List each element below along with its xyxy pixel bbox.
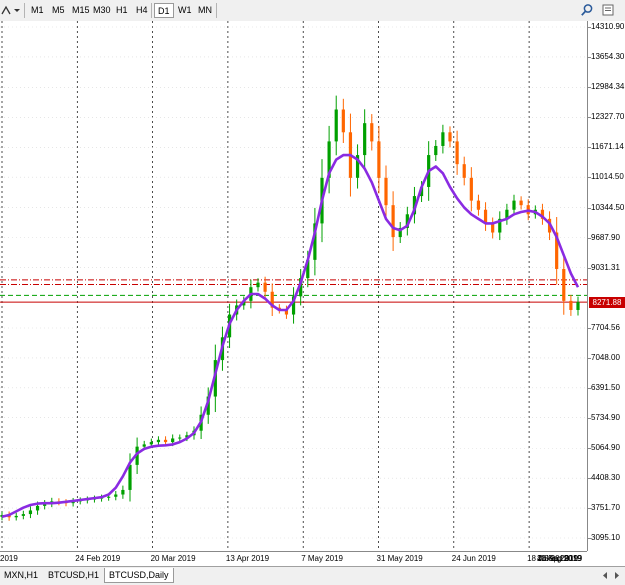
crosshair-dropdown-icon[interactable] [0, 4, 22, 17]
timeframe-w1-button[interactable]: W1 [175, 3, 195, 18]
toolbar-separator [151, 3, 152, 18]
time-axis-label: 2019 [0, 554, 18, 563]
timeframe-h1-button[interactable]: H1 [113, 3, 131, 18]
candle-body [455, 141, 459, 165]
scroll-right-icon[interactable] [612, 570, 622, 581]
price-axis-label: 7704.56 [591, 322, 620, 332]
candle-body [14, 515, 18, 518]
timeframe-m30-button[interactable]: M30 [90, 3, 114, 18]
candle-body [149, 442, 153, 445]
candle-body [462, 164, 466, 178]
tab-btcusd-h1[interactable]: BTCUSD,H1 [44, 568, 103, 583]
candle-body [256, 282, 260, 288]
price-axis-label: 9031.31 [591, 262, 620, 272]
price-axis-label: 14310.90 [591, 22, 625, 31]
candle-body [363, 123, 367, 156]
timeframe-m1-button[interactable]: M1 [28, 3, 47, 18]
candle-body [163, 439, 168, 443]
timeframe-m15-button[interactable]: M15 [69, 3, 93, 18]
price-axis-label: 11671.14 [591, 142, 624, 152]
time-axis: 2019 24 Feb 2019 20 Mar 2019 13 Apr 2019 7 M… [0, 551, 587, 566]
price-axis-label: 6391.50 [591, 382, 620, 392]
price-axis-label: 3095.10 [591, 533, 620, 542]
timeframe-d1-button[interactable]: D1 [154, 3, 174, 18]
candle-body [519, 200, 523, 206]
tab-mxn-h1[interactable]: MXN,H1 [0, 568, 42, 583]
search-icon[interactable] [580, 3, 594, 17]
time-axis-label: 7 May 2019 [301, 554, 343, 563]
tab-btcusd-daily[interactable]: BTCUSD,Daily [104, 568, 174, 583]
price-axis-label: 11014.50 [591, 172, 624, 182]
timeframe-toolbar: M1 M5 M15 M30 H1 H4 D1 W1 MN [0, 0, 625, 22]
candle-body [569, 300, 573, 310]
time-axis-label: 24 Feb 2019 [75, 554, 121, 563]
price-axis-label: 9687.90 [591, 232, 620, 242]
price-axis-label: 12984.34 [591, 82, 625, 92]
price-axis-label: 10344.50 [591, 202, 625, 212]
candlestick-chart [0, 21, 587, 551]
price-axis-label: 12327.70 [591, 112, 625, 122]
candle-body [384, 177, 388, 206]
candle-body [370, 123, 374, 142]
candle-body [21, 514, 25, 516]
candle-body [35, 505, 40, 511]
candle-body [121, 489, 125, 495]
candle-body [107, 496, 111, 498]
price-axis-label: 3751.70 [591, 503, 620, 513]
timeframe-h4-button[interactable]: H4 [133, 3, 151, 18]
price-axis-label: 5734.90 [591, 412, 620, 422]
candle-body [491, 223, 495, 233]
scroll-left-icon[interactable] [600, 570, 610, 581]
time-axis-label: 20 Mar 2019 [150, 554, 196, 563]
toolbar-separator [216, 3, 217, 18]
chart-tab-bar: MXN,H1 BTCUSD,H1 BTCUSD,Daily [0, 566, 625, 585]
price-axis-label: 5064.90 [591, 443, 620, 453]
time-axis-label: 13 Apr 2019 [225, 554, 270, 563]
timeframe-m5-button[interactable]: M5 [49, 3, 68, 18]
candle-body [576, 302, 580, 310]
candle-body [377, 141, 381, 178]
price-axis-label: 7048.00 [591, 352, 620, 362]
candle-body [28, 510, 33, 515]
price-axis-label: 13654.30 [591, 51, 625, 61]
moving-average-line [1, 153, 580, 519]
candle-body [114, 494, 118, 497]
candle-body [334, 109, 338, 142]
price-axis: 14310.90 13654.30 12984.34 12327.70 11671.14… [588, 21, 625, 551]
toolbar-separator [24, 3, 25, 18]
price-axis-label: 4408.30 [591, 473, 620, 483]
candle-body [178, 437, 182, 439]
timeframe-mn-button[interactable]: MN [195, 3, 215, 18]
menu-icon[interactable] [601, 3, 615, 17]
time-axis-label: 28 Sep 2019 [537, 554, 583, 563]
candle-body [341, 109, 345, 133]
candle-body [142, 444, 146, 447]
candle-body [156, 439, 161, 443]
candle-body [562, 268, 566, 301]
candle-body [171, 438, 175, 443]
time-axis-label: 24 Jun 2019 [451, 554, 496, 563]
candle-body [434, 145, 438, 156]
candle-body [441, 132, 445, 146]
candle-body [476, 200, 481, 210]
current-price-label: 8271.88 [589, 296, 625, 308]
candle-body [128, 464, 132, 490]
candle-body [263, 282, 267, 292]
time-axis-label: 31 May 2019 [376, 554, 423, 563]
price-chart[interactable] [0, 21, 588, 551]
candle-body [469, 177, 473, 201]
candle-body [448, 132, 452, 142]
candle-body [512, 200, 516, 210]
candle-body [391, 205, 395, 238]
